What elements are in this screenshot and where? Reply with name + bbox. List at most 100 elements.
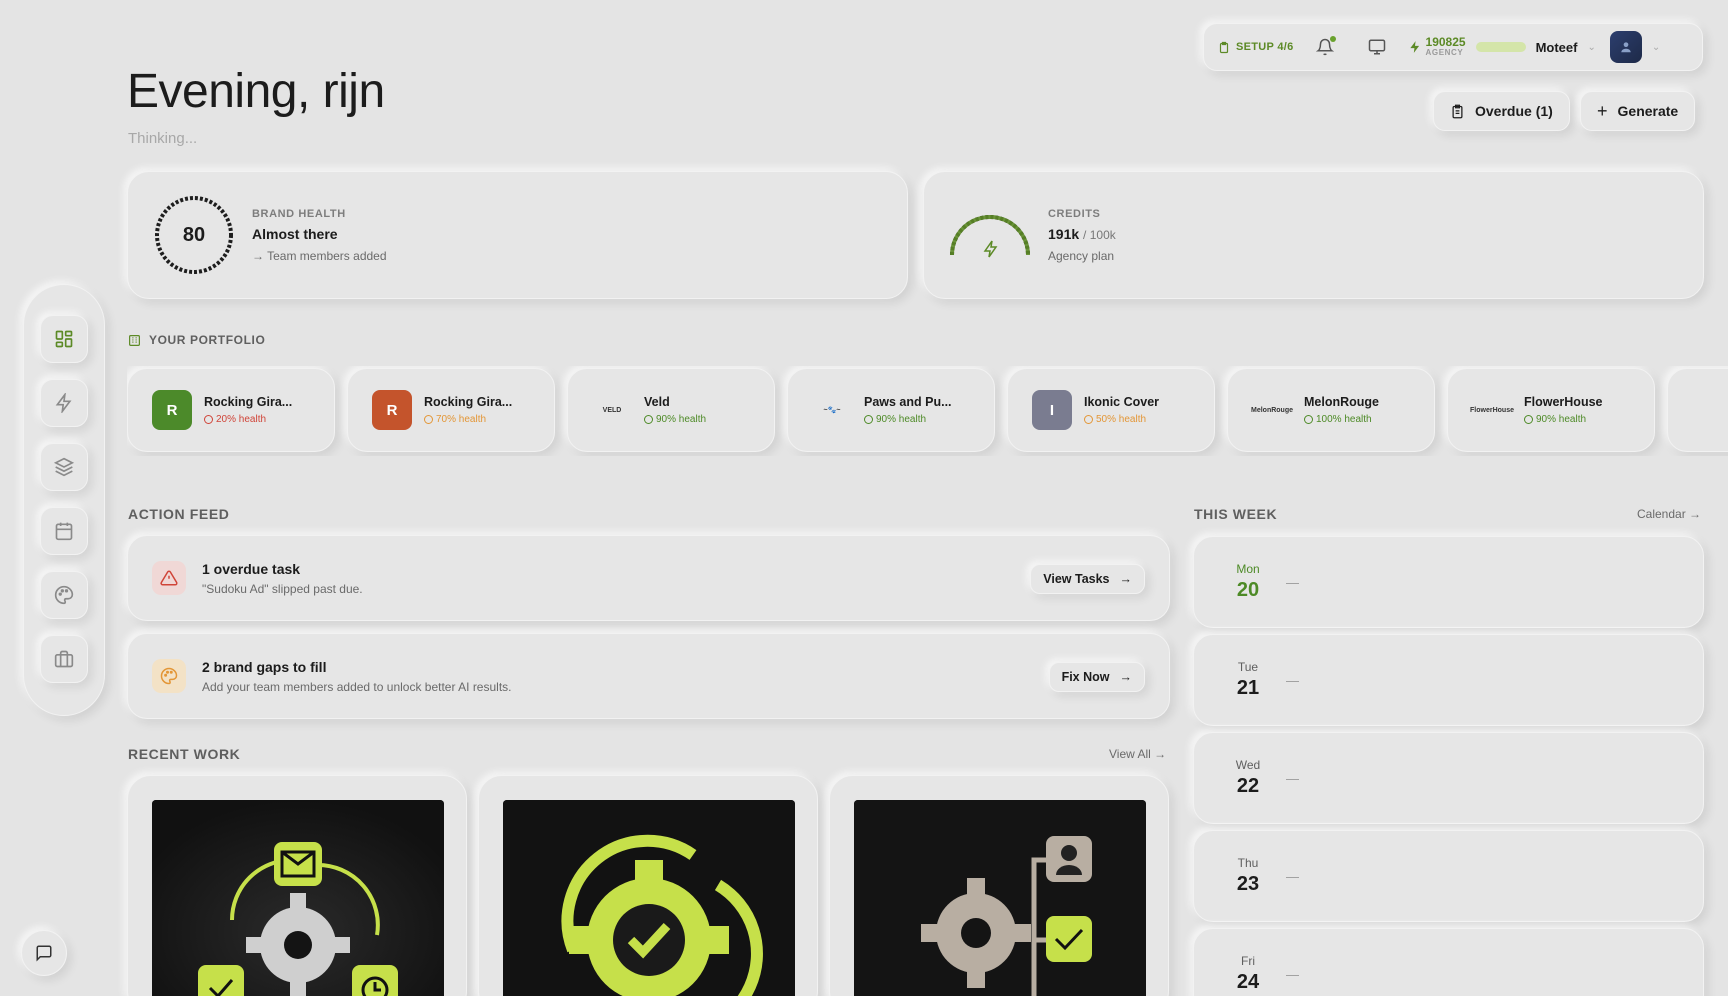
brand-health-text: 20% health [216, 414, 267, 425]
lightning-icon [1409, 41, 1419, 53]
chevron-down-icon[interactable]: ⌄ [1652, 42, 1660, 53]
plus-icon: + [1597, 100, 1608, 121]
day-events: — [1286, 770, 1299, 786]
fix-now-button[interactable]: Fix Now → [1048, 662, 1145, 692]
palette-icon [54, 585, 74, 605]
calendar-icon [55, 522, 73, 541]
warning-icon [160, 570, 178, 586]
health-status-icon [1524, 415, 1533, 424]
portfolio-brand-card[interactable]: R Rocking Gira... 20% health [127, 368, 335, 452]
generate-label: Generate [1617, 103, 1679, 119]
portfolio-brand-card-partial[interactable] [1667, 368, 1728, 452]
recent-work-item[interactable] [478, 775, 818, 996]
credits-label: CREDITS [1048, 207, 1101, 220]
building-icon [129, 334, 140, 346]
chat-button[interactable] [21, 930, 67, 976]
health-status-icon [1304, 415, 1313, 424]
calendar-day-fri[interactable]: Fri 24 — [1193, 928, 1704, 996]
brand-name: Veld [644, 395, 670, 409]
brand-gaps-card[interactable]: 2 brand gaps to fill Add your team membe… [127, 633, 1170, 719]
recent-work-item[interactable] [829, 775, 1169, 996]
brand-health-note[interactable]: → Team members added [252, 249, 387, 263]
overdue-task-card[interactable]: 1 overdue task "Sudoku Ad" slipped past … [127, 535, 1170, 621]
chevron-down-icon[interactable]: ⌄ [1587, 42, 1595, 53]
credits-indicator[interactable]: 190825 AGENCY [1408, 36, 1466, 58]
overdue-label: Overdue (1) [1475, 103, 1553, 119]
action-title: 2 brand gaps to fill [202, 658, 327, 675]
portfolio-brand-card[interactable]: ~🐾~ Paws and Pu... 90% health [787, 368, 995, 452]
portfolio-brand-card[interactable]: I Ikonic Cover 50% health [1007, 368, 1215, 452]
brand-health-status: 100% health [1304, 414, 1379, 425]
portfolio-title: YOUR PORTFOLIO [149, 333, 266, 347]
brand-name: FlowerHouse [1524, 395, 1603, 409]
credits-value: 190825 [1425, 35, 1466, 49]
brand-health-card[interactable]: 80 BRAND HEALTH Almost there → Team memb… [127, 171, 908, 299]
clipboard-icon [1219, 41, 1229, 53]
workspace-name[interactable]: Moteef [1536, 40, 1578, 55]
day-name: Tue [1237, 660, 1259, 674]
health-status-icon [204, 415, 213, 424]
brand-name: Paws and Pu... [864, 395, 952, 409]
view-all-link[interactable]: View All → [1109, 747, 1166, 761]
health-status-icon [864, 415, 873, 424]
day-name: Mon [1236, 562, 1260, 576]
portfolio-brand-card[interactable]: MelonRouge MelonRouge 100% health [1227, 368, 1435, 452]
brand-health-status: 70% health [424, 414, 512, 425]
brand-logo: ~🐾~ [823, 407, 841, 414]
lightning-icon [983, 240, 998, 258]
this-week-heading: THIS WEEK [1194, 506, 1278, 522]
layers-icon [54, 457, 74, 477]
calendar-day-thu[interactable]: Thu 23 — [1193, 830, 1704, 922]
credits-total: / 100k [1083, 227, 1116, 242]
status-text: Thinking... [128, 130, 198, 147]
day-name: Wed [1235, 758, 1261, 772]
setup-label: SETUP 4/6 [1236, 41, 1294, 53]
calendar-nav-button[interactable] [40, 507, 88, 555]
arrow-right-icon: → [1119, 670, 1133, 684]
portfolio-brand-card[interactable]: VELD Veld 90% health [567, 368, 775, 452]
health-status-icon [1084, 415, 1093, 424]
library-nav-button[interactable] [40, 443, 88, 491]
page-title: Evening, rijn [127, 65, 385, 118]
health-status-icon [424, 415, 433, 424]
brand-health-status: 50% health [1084, 414, 1159, 425]
credits-used: 191k [1048, 225, 1080, 242]
portfolio-brand-card[interactable]: R Rocking Gira... 70% health [347, 368, 555, 452]
calendar-day-mon[interactable]: Mon 20 — [1193, 536, 1704, 628]
credits-plan: Agency plan [1048, 248, 1115, 263]
action-subtitle: Add your team members added to unlock be… [202, 679, 512, 694]
recent-work-item[interactable] [127, 775, 467, 996]
avatar[interactable] [1609, 31, 1642, 63]
day-number: 24 [1236, 971, 1260, 993]
brand-health-text: 90% health [1536, 414, 1587, 425]
view-tasks-button[interactable]: View Tasks → [1030, 564, 1145, 594]
top-bar: SETUP 4/6 190825 AGENCY Moteef ⌄ ⌄ [1203, 23, 1703, 71]
dashboard-nav-button[interactable] [40, 315, 88, 363]
brand-name: Rocking Gira... [424, 395, 513, 409]
notifications-button[interactable] [1315, 36, 1336, 56]
display-button[interactable] [1368, 38, 1386, 56]
credits-gauge [948, 193, 1032, 277]
work-thumbnail [503, 800, 795, 996]
generate-nav-button[interactable] [40, 379, 88, 427]
setup-progress-button[interactable]: SETUP 4/6 [1218, 41, 1294, 54]
action-title: 1 overdue task [202, 560, 301, 577]
brand-kit-nav-button[interactable] [40, 571, 88, 619]
brand-health-status: 90% health [864, 414, 952, 425]
brand-health-text: 90% health [876, 414, 927, 425]
calendar-day-tue[interactable]: Tue 21 — [1193, 634, 1704, 726]
credits-card[interactable]: CREDITS 191k / 100k Agency plan [923, 171, 1704, 299]
brand-logo: R [372, 390, 412, 430]
overdue-button[interactable]: Overdue (1) [1433, 91, 1570, 131]
day-events: — [1286, 868, 1299, 884]
portfolio-nav-button[interactable] [40, 635, 88, 683]
day-name: Thu [1237, 856, 1259, 870]
credits-arc [950, 215, 1030, 258]
brand-health-status: Almost there [252, 225, 338, 242]
palette-icon-wrap [152, 659, 186, 693]
portfolio-brand-card[interactable]: FlowerHouse FlowerHouse 90% health [1447, 368, 1655, 452]
calendar-day-wed[interactable]: Wed 22 — [1193, 732, 1704, 824]
calendar-link[interactable]: Calendar → [1637, 507, 1701, 521]
gear-flow-illustration [854, 800, 1146, 996]
generate-button[interactable]: + Generate [1580, 91, 1696, 131]
